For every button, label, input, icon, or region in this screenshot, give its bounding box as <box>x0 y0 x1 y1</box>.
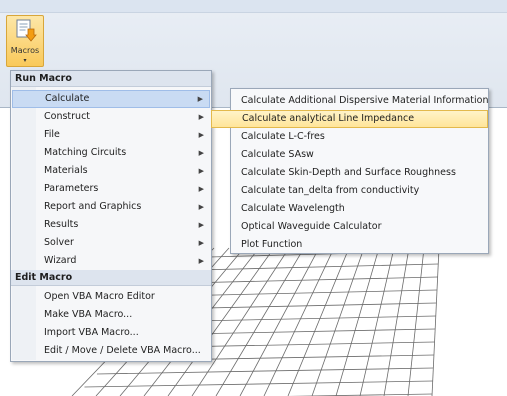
calculate-submenu: Calculate Additional Dispersive Material… <box>211 88 489 254</box>
submenu-item-label: Calculate tan_delta from conductivity <box>241 185 420 196</box>
menu-item-label: Report and Graphics <box>44 201 142 212</box>
menu-item-label: Materials <box>44 165 88 176</box>
menu-item-open-vba-macro-editor[interactable]: Open VBA Macro Editor <box>12 288 210 306</box>
menu-item-label: Open VBA Macro Editor <box>44 291 155 302</box>
submenu-arrow-icon: ▶ <box>198 149 204 157</box>
menu-item-label: Edit / Move / Delete VBA Macro... <box>44 345 201 356</box>
menu-item-label: Solver <box>44 237 74 248</box>
chevron-down-icon: ▾ <box>23 57 27 64</box>
menu-item-construct[interactable]: Construct ▶ <box>12 108 210 126</box>
menu-item-wizard[interactable]: Wizard ▶ <box>12 252 210 270</box>
submenu-item-calculate-wavelength[interactable]: Calculate Wavelength <box>232 200 487 218</box>
submenu-arrow-icon: ▶ <box>198 185 204 193</box>
menu-item-solver[interactable]: Solver ▶ <box>12 234 210 252</box>
submenu-item-calculate-sasw[interactable]: Calculate SAsw <box>232 146 487 164</box>
submenu-arrow-icon: ▶ <box>198 167 204 175</box>
submenu-arrow-icon: ▶ <box>198 239 204 247</box>
menu-item-parameters[interactable]: Parameters ▶ <box>12 180 210 198</box>
menu-item-materials[interactable]: Materials ▶ <box>12 162 210 180</box>
submenu-item-label: Calculate SAsw <box>241 149 314 160</box>
menu-item-label: File <box>44 129 60 140</box>
menu-section-edit-macro: Edit Macro <box>11 270 211 286</box>
submenu-item-calculate-tan-delta-from-conductivity[interactable]: Calculate tan_delta from conductivity <box>232 182 487 200</box>
submenu-item-label: Plot Function <box>241 239 303 250</box>
menu-item-label: Matching Circuits <box>44 147 127 158</box>
macros-button[interactable]: Macros ▾ <box>6 15 44 67</box>
ribbon-tab-bar <box>0 0 507 13</box>
submenu-item-optical-waveguide-calculator[interactable]: Optical Waveguide Calculator <box>232 218 487 236</box>
menu-item-file[interactable]: File ▶ <box>12 126 210 144</box>
submenu-arrow-icon: ▶ <box>197 95 203 103</box>
macros-menu: Run Macro Calculate ▶ Construct ▶ File ▶ Match… <box>10 70 212 362</box>
menu-item-make-vba-macro[interactable]: Make VBA Macro... <box>12 306 210 324</box>
menu-item-label: Calculate <box>45 93 90 104</box>
submenu-arrow-icon: ▶ <box>198 203 204 211</box>
menu-item-edit-move-delete-vba-macro[interactable]: Edit / Move / Delete VBA Macro... <box>12 342 210 360</box>
submenu-item-calculate-additional-dispersive-material-information[interactable]: Calculate Additional Dispersive Material… <box>232 92 489 110</box>
submenu-item-calculate-skin-depth-and-surface-roughness[interactable]: Calculate Skin-Depth and Surface Roughne… <box>232 164 487 182</box>
submenu-item-label: Calculate analytical Line Impedance <box>242 113 415 124</box>
submenu-item-label: Optical Waveguide Calculator <box>241 221 382 232</box>
menu-item-label: Make VBA Macro... <box>44 309 133 320</box>
menu-item-label: Construct <box>44 111 91 122</box>
submenu-item-label: Calculate Additional Dispersive Material… <box>241 95 489 106</box>
submenu-arrow-icon: ▶ <box>198 221 204 229</box>
menu-item-import-vba-macro[interactable]: Import VBA Macro... <box>12 324 210 342</box>
submenu-item-calculate-analytical-line-impedance[interactable]: Calculate analytical Line Impedance <box>211 110 488 128</box>
menu-item-results[interactable]: Results ▶ <box>12 216 210 234</box>
menu-item-matching-circuits[interactable]: Matching Circuits ▶ <box>12 144 210 162</box>
menu-item-label: Wizard <box>44 255 77 266</box>
menu-section-run-macro: Run Macro <box>11 71 211 87</box>
menu-item-label: Parameters <box>44 183 99 194</box>
menu-item-label: Results <box>44 219 79 230</box>
submenu-arrow-icon: ▶ <box>198 257 204 265</box>
menu-item-label: Import VBA Macro... <box>44 327 139 338</box>
menu-item-report-and-graphics[interactable]: Report and Graphics ▶ <box>12 198 210 216</box>
submenu-item-label: Calculate L-C-fres <box>241 131 325 142</box>
submenu-arrow-icon: ▶ <box>198 131 204 139</box>
menu-item-calculate[interactable]: Calculate ▶ <box>12 90 210 108</box>
macros-button-label: Macros <box>10 46 40 55</box>
submenu-item-plot-function[interactable]: Plot Function <box>232 236 487 254</box>
submenu-arrow-icon: ▶ <box>198 113 204 121</box>
macro-document-icon <box>16 19 37 42</box>
submenu-item-label: Calculate Wavelength <box>241 203 345 214</box>
submenu-item-calculate-l-c-fres[interactable]: Calculate L-C-fres <box>232 128 487 146</box>
submenu-item-label: Calculate Skin-Depth and Surface Roughne… <box>241 167 456 178</box>
